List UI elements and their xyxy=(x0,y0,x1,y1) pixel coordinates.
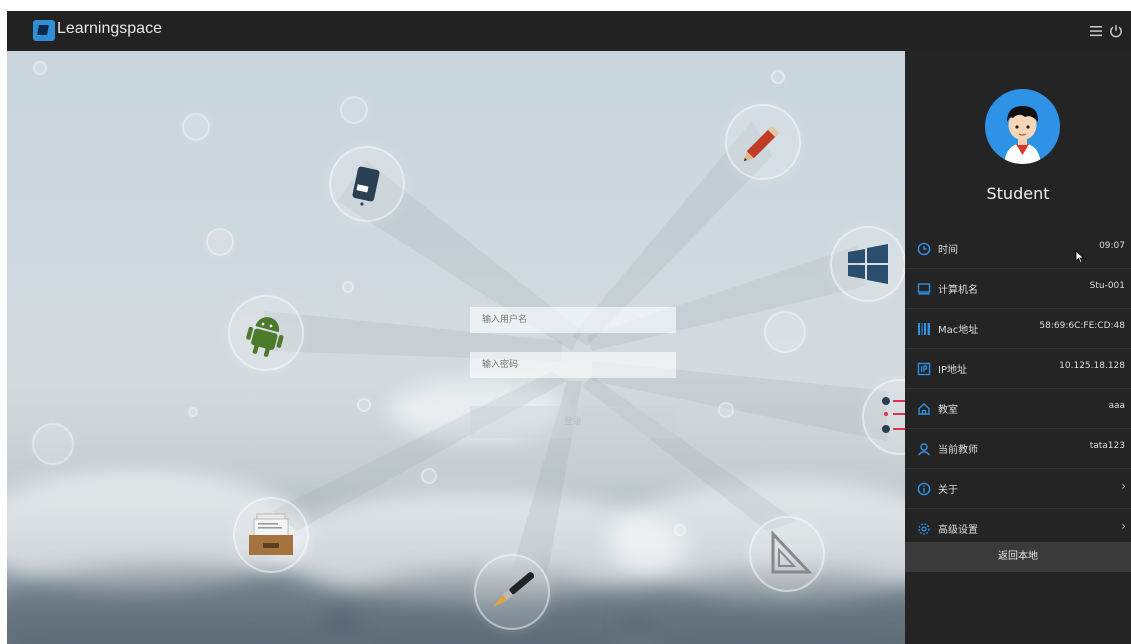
login-button[interactable]: 登录 xyxy=(470,406,676,438)
profile-username: Student xyxy=(986,184,1050,203)
info-row-computer-name: 计算机名 Stu-001 xyxy=(905,269,1131,309)
app-title: Learningspace xyxy=(57,20,162,37)
file-drawer-icon xyxy=(249,513,293,555)
info-list: 时间 09:07 计算机名 Stu-001 Mac地址 58:69:6C:FE:… xyxy=(905,229,1131,549)
return-local-button[interactable]: 返回本地 xyxy=(905,542,1131,572)
info-row-mac-address: Mac地址 58:69:6C:FE:CD:48 xyxy=(905,309,1131,349)
set-square-icon xyxy=(771,530,813,574)
decorative-bubble xyxy=(421,468,437,484)
decorative-bubble xyxy=(718,402,734,418)
info-row-current-teacher: 当前教师 tata123 xyxy=(905,429,1131,469)
info-value: 09:07 xyxy=(1099,241,1125,251)
chart-list-app-bubble[interactable] xyxy=(862,379,905,455)
mouse-cursor-icon xyxy=(1075,250,1085,264)
info-label: 计算机名 xyxy=(938,285,978,296)
info-row-time: 时间 09:07 xyxy=(905,229,1131,269)
decorative-bubble xyxy=(32,423,74,465)
chevron-right-icon: › xyxy=(1121,519,1126,533)
file-drawer-app-bubble[interactable] xyxy=(233,497,309,573)
info-value: 58:69:6C:FE:CD:48 xyxy=(1039,321,1125,331)
info-label: Mac地址 xyxy=(938,325,979,336)
info-value: aaa xyxy=(1108,401,1125,411)
chevron-right-icon: › xyxy=(1121,479,1126,493)
user-icon xyxy=(917,441,931,456)
decorative-bubble xyxy=(340,96,368,124)
top-bar: Learningspace xyxy=(7,11,1131,51)
barcode-icon xyxy=(917,321,931,335)
pencil-app-bubble[interactable] xyxy=(725,104,801,180)
paintbrush-icon xyxy=(493,572,535,608)
menu-item-label: 高级设置 xyxy=(938,525,978,536)
app-window: Learningspace 输入用户名 登录 Student 时间 09:07 … xyxy=(7,11,1131,644)
gear-icon xyxy=(917,521,931,535)
student-avatar-icon xyxy=(985,89,1060,164)
info-value: 10.125.18.128 xyxy=(1059,361,1125,371)
password-input[interactable] xyxy=(470,352,676,378)
decorative-bubble xyxy=(342,281,354,293)
android-icon xyxy=(246,317,284,357)
decorative-bubble xyxy=(771,70,785,84)
info-icon xyxy=(917,481,931,496)
monitor-icon xyxy=(917,281,931,295)
info-label: 当前教师 xyxy=(938,445,978,456)
learningspace-logo-icon xyxy=(33,20,55,41)
ip-icon xyxy=(917,361,931,376)
info-sidebar: Student 时间 09:07 计算机名 Stu-001 Mac地址 58:6… xyxy=(905,51,1131,644)
menu-item-about[interactable]: 关于 › xyxy=(905,469,1131,509)
hamburger-menu-icon[interactable] xyxy=(1088,23,1104,39)
clock-icon xyxy=(917,241,931,256)
home-icon xyxy=(917,401,931,415)
windows-app-bubble[interactable] xyxy=(830,226,905,302)
decorative-bubble xyxy=(357,398,371,412)
decorative-bubble xyxy=(182,113,210,141)
info-row-classroom: 教室 aaa xyxy=(905,389,1131,429)
username-input[interactable] xyxy=(470,307,676,333)
tablet-icon xyxy=(352,166,380,206)
decorative-bubble xyxy=(764,311,806,353)
menu-item-label: 关于 xyxy=(938,485,958,496)
decorative-bubble xyxy=(188,407,198,417)
decorative-bubble xyxy=(33,61,47,75)
info-label: IP地址 xyxy=(938,365,967,376)
decorative-bubble xyxy=(206,228,234,256)
windows-icon xyxy=(848,244,888,284)
set-square-app-bubble[interactable] xyxy=(749,516,825,592)
tablet-app-bubble[interactable] xyxy=(329,146,405,222)
info-value: Stu-001 xyxy=(1089,281,1125,291)
login-stage: 登录 xyxy=(7,51,905,644)
info-label: 教室 xyxy=(938,405,958,416)
android-app-bubble[interactable] xyxy=(228,295,304,371)
paintbrush-app-bubble[interactable] xyxy=(474,554,550,630)
chart-list-icon xyxy=(882,397,905,433)
info-row-ip-address: IP地址 10.125.18.128 xyxy=(905,349,1131,389)
info-value: tata123 xyxy=(1089,441,1125,451)
power-icon[interactable] xyxy=(1108,23,1124,39)
decorative-bubble xyxy=(674,524,686,536)
info-label: 时间 xyxy=(938,245,958,256)
pencil-icon xyxy=(743,125,780,162)
